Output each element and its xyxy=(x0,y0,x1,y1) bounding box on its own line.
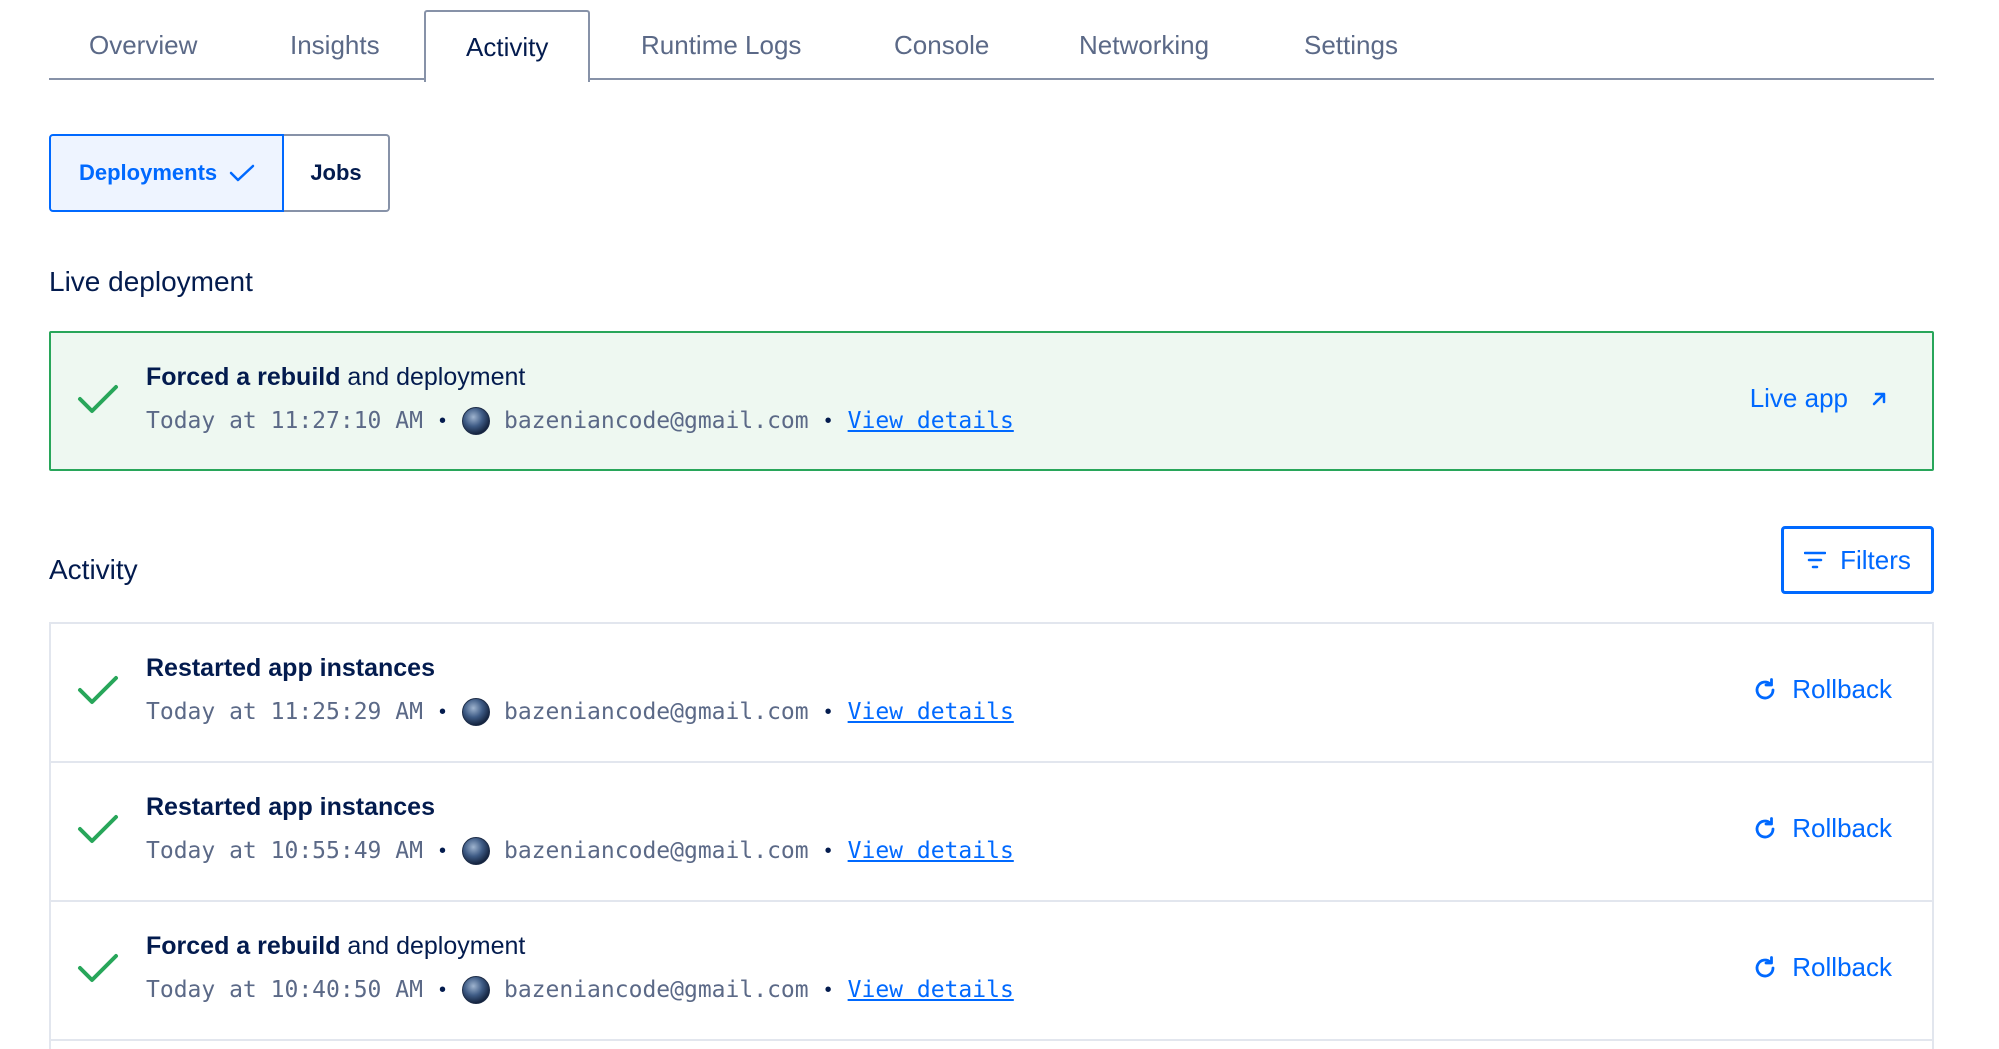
tab-activity[interactable]: Activity xyxy=(424,10,591,82)
tab-networking[interactable]: Networking xyxy=(1039,10,1249,80)
activity-heading: Activity xyxy=(49,554,138,585)
rollback-button[interactable]: Rollback xyxy=(1752,952,1892,983)
list-item: Restarted app instances Today at 11:25:2… xyxy=(51,624,1932,763)
activity-title: Restarted app instances xyxy=(146,654,435,683)
rollback-label: Rollback xyxy=(1792,952,1892,982)
tab-overview[interactable]: Overview xyxy=(49,10,237,80)
activity-time: Today at 10:40:50 AM xyxy=(146,977,423,1003)
separator: • xyxy=(824,978,832,1001)
view-details-link[interactable]: View details xyxy=(848,408,1014,434)
live-app-label: Live app xyxy=(1749,383,1848,413)
activity-type-toggle: Deployments Jobs xyxy=(49,134,390,212)
rollback-label: Rollback xyxy=(1792,674,1892,704)
activity-meta: Today at 10:40:50 AM • bazeniancode@gmai… xyxy=(146,976,1014,1004)
activity-time: Today at 10:55:49 AM xyxy=(146,838,423,864)
deployment-time: Today at 11:27:10 AM xyxy=(146,408,423,434)
activity-title-rest: and deployment xyxy=(340,932,526,960)
activity-title-bold: Restarted app instances xyxy=(146,654,435,682)
list-item: Restarted app instances Today at 10:55:4… xyxy=(51,763,1932,902)
external-link-icon xyxy=(1870,390,1888,408)
deployment-title-bold: Forced a rebuild xyxy=(146,363,341,391)
check-icon xyxy=(229,163,255,183)
rollback-button[interactable]: Rollback xyxy=(1752,674,1892,705)
activity-title: Restarted app instances xyxy=(146,793,435,822)
separator: • xyxy=(824,700,832,723)
activity-time: Today at 11:25:29 AM xyxy=(146,699,423,725)
separator: • xyxy=(438,978,446,1001)
filter-icon xyxy=(1804,551,1827,569)
list-item: Forced a rebuild and deployment Today at… xyxy=(51,902,1932,1041)
deployment-title: Forced a rebuild and deployment xyxy=(146,363,525,392)
deployments-toggle[interactable]: Deployments xyxy=(49,134,284,212)
tab-insights[interactable]: Insights xyxy=(250,10,420,80)
activity-list: Restarted app instances Today at 11:25:2… xyxy=(49,622,1934,1049)
rollback-button[interactable]: Rollback xyxy=(1752,813,1892,844)
rollback-icon xyxy=(1752,955,1778,981)
rollback-icon xyxy=(1752,677,1778,703)
live-deployment-heading: Live deployment xyxy=(49,266,253,297)
deployment-meta: Today at 11:27:10 AM • bazeniancode@gmai… xyxy=(146,407,1014,435)
activity-user: bazeniancode@gmail.com xyxy=(503,699,809,725)
separator: • xyxy=(438,839,446,862)
separator: • xyxy=(438,409,446,432)
activity-user: bazeniancode@gmail.com xyxy=(503,977,809,1003)
activity-title: Forced a rebuild and deployment xyxy=(146,932,525,961)
separator: • xyxy=(824,839,832,862)
success-check-icon xyxy=(77,952,119,984)
tab-console[interactable]: Console xyxy=(854,10,1029,80)
success-check-icon xyxy=(77,383,119,415)
deployment-user: bazeniancode@gmail.com xyxy=(503,408,809,434)
tab-bar: Overview Insights Activity Runtime Logs … xyxy=(49,10,1934,82)
view-details-link[interactable]: View details xyxy=(848,838,1014,864)
filters-button[interactable]: Filters xyxy=(1781,526,1934,594)
avatar xyxy=(461,976,490,1004)
activity-meta: Today at 10:55:49 AM • bazeniancode@gmai… xyxy=(146,837,1014,865)
live-app-link[interactable]: Live app xyxy=(1750,383,1888,414)
avatar xyxy=(461,407,490,435)
success-check-icon xyxy=(77,813,119,845)
deployments-label: Deployments xyxy=(79,160,218,185)
jobs-toggle[interactable]: Jobs xyxy=(284,134,390,212)
separator: • xyxy=(438,700,446,723)
deployment-title-rest: and deployment xyxy=(340,363,526,391)
tab-settings[interactable]: Settings xyxy=(1264,10,1438,80)
list-item xyxy=(51,1041,1932,1049)
success-check-icon xyxy=(77,674,119,706)
activity-meta: Today at 11:25:29 AM • bazeniancode@gmai… xyxy=(146,698,1014,726)
avatar xyxy=(461,837,490,865)
live-deployment-card: Forced a rebuild and deployment Today at… xyxy=(49,331,1934,471)
filters-label: Filters xyxy=(1840,544,1911,575)
activity-title-bold: Restarted app instances xyxy=(146,793,435,821)
activity-user: bazeniancode@gmail.com xyxy=(503,838,809,864)
activity-title-bold: Forced a rebuild xyxy=(146,932,341,960)
tab-runtime-logs[interactable]: Runtime Logs xyxy=(601,10,841,80)
separator: • xyxy=(824,409,832,432)
view-details-link[interactable]: View details xyxy=(848,699,1014,725)
rollback-icon xyxy=(1752,816,1778,842)
view-details-link[interactable]: View details xyxy=(848,977,1014,1003)
avatar xyxy=(461,698,490,726)
rollback-label: Rollback xyxy=(1792,813,1892,843)
